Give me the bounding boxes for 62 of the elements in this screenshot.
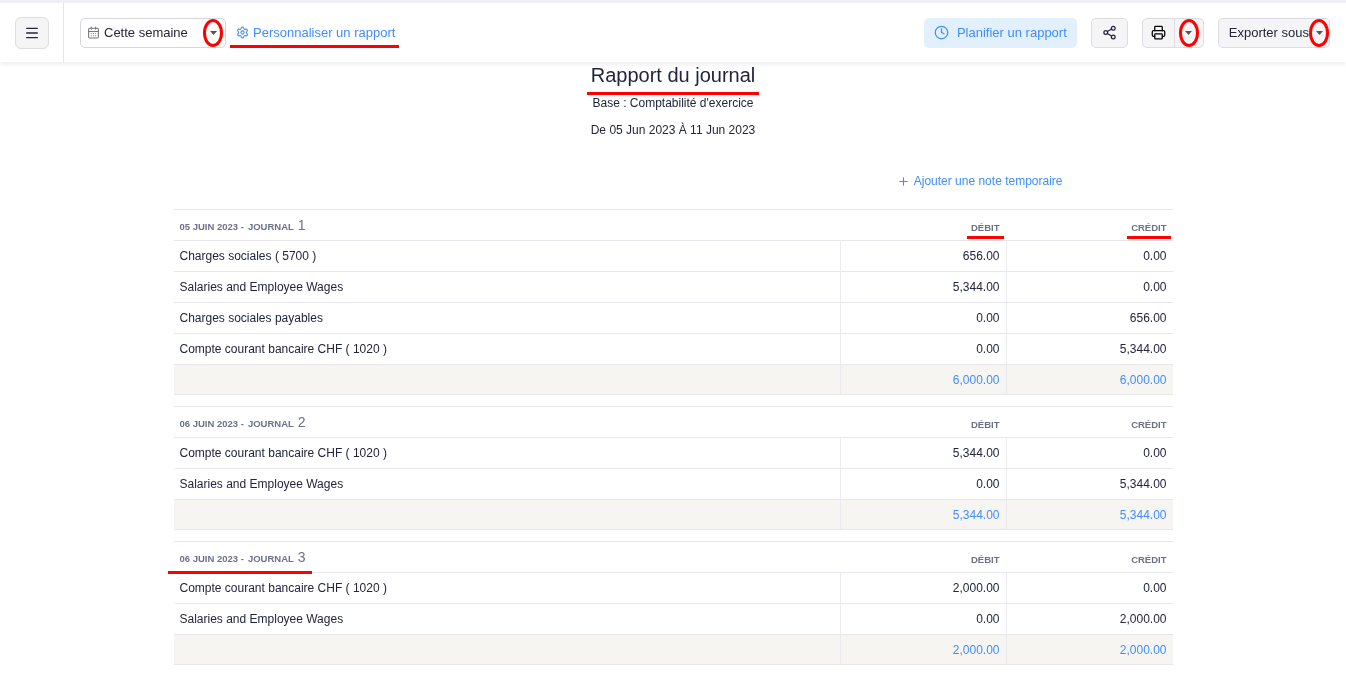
account-name: Salaries and Employee Wages [179,612,344,626]
debit-amount: 0.00 [976,612,1000,626]
journal-label: JOURNAL [247,417,294,429]
schedule-report-button[interactable]: Planifier un rapport [923,17,1077,48]
total-credit: 5,344.00 [1119,507,1167,522]
report-title: Rapport du journal [590,64,756,87]
period-select[interactable]: Cette semaine [80,17,226,48]
clock-icon [933,25,949,40]
account-name: Compte courant bancaire CHF ( 1020 ) [179,342,387,356]
credit-amount: 656.00 [1129,311,1167,325]
journal-date: 05 JUIN 2023 - [179,220,244,232]
calendar-icon [87,26,100,39]
account-name: Compte courant bancaire CHF ( 1020 ) [179,581,387,595]
account-name: Salaries and Employee Wages [179,280,344,294]
journal-date: 06 JUIN 2023 - [179,552,244,564]
account-name: Charges sociales payables [179,311,323,325]
journal-label: JOURNAL [247,220,294,232]
report-date-range: De 05 Jun 2023 À 11 Jun 2023 [590,123,756,137]
debit-amount: 0.00 [976,342,1000,356]
column-header: CRÉDIT [1131,220,1167,233]
period-value: Cette semaine [104,25,189,40]
report-basis: Base : Comptabilité d'exercice [592,96,754,110]
column-header: DÉBIT [971,552,1000,565]
total-debit: 5,344.00 [952,507,1000,522]
menu-button[interactable] [14,16,49,49]
debit-amount: 0.00 [976,311,1000,325]
credit-amount: 5,344.00 [1119,342,1167,356]
printer-icon [1150,25,1166,40]
column-header: DÉBIT [971,220,1000,233]
credit-amount: 0.00 [1143,446,1167,460]
debit-amount: 5,344.00 [952,446,1000,460]
account-name: Salaries and Employee Wages [179,477,344,491]
column-header: DÉBIT [971,417,1000,430]
total-credit: 2,000.00 [1119,642,1167,657]
debit-amount: 5,344.00 [952,280,1000,294]
share-button[interactable] [1090,17,1128,48]
journal-number: 1 [297,217,306,233]
credit-amount: 2,000.00 [1119,612,1167,626]
total-debit: 6,000.00 [952,372,1000,387]
export-button[interactable]: Exporter sous [1217,17,1330,48]
account-name: Compte courant bancaire CHF ( 1020 ) [179,446,387,460]
account-name: Charges sociales ( 5700 ) [179,249,317,263]
settings-icon [236,26,249,39]
customize-report-link[interactable]: Personnaliser un rapport [236,25,396,40]
credit-amount: 0.00 [1143,581,1167,595]
total-debit: 2,000.00 [952,642,1000,657]
journal-date: 06 JUIN 2023 - [179,417,244,429]
debit-amount: 2,000.00 [952,581,1000,595]
credit-amount: 5,344.00 [1119,477,1167,491]
column-header: CRÉDIT [1131,552,1167,565]
journal-number: 2 [297,414,306,430]
total-credit: 6,000.00 [1119,372,1167,387]
column-header: CRÉDIT [1131,417,1167,430]
journal-number: 3 [297,549,306,565]
credit-amount: 0.00 [1143,249,1167,263]
journal-label: JOURNAL [247,552,294,564]
plus-icon [896,174,910,188]
add-note-link[interactable]: Ajouter une note temporaire [896,174,1063,188]
share-icon [1101,25,1117,40]
credit-amount: 0.00 [1143,280,1167,294]
debit-amount: 656.00 [962,249,1000,263]
debit-amount: 0.00 [976,477,1000,491]
